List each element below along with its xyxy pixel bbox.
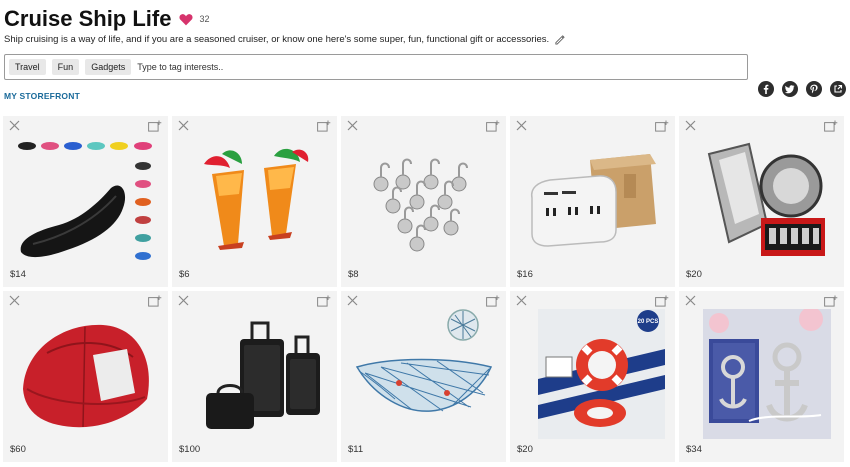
tag-travel[interactable]: Travel bbox=[9, 59, 46, 75]
product-card[interactable]: $20 bbox=[679, 116, 844, 287]
close-icon[interactable] bbox=[178, 295, 189, 306]
close-icon[interactable] bbox=[347, 295, 358, 306]
pinterest-icon[interactable] bbox=[806, 81, 822, 97]
twitter-icon[interactable] bbox=[782, 81, 798, 97]
close-icon[interactable] bbox=[347, 120, 358, 131]
close-icon[interactable] bbox=[9, 295, 20, 306]
close-icon[interactable] bbox=[685, 120, 696, 131]
product-card[interactable]: $14 bbox=[3, 116, 168, 287]
close-icon[interactable] bbox=[178, 120, 189, 131]
product-card[interactable]: $6 bbox=[172, 116, 337, 287]
close-icon[interactable] bbox=[9, 120, 20, 131]
heart-icon[interactable] bbox=[179, 13, 194, 26]
tag-gadgets[interactable]: Gadgets bbox=[85, 59, 132, 75]
product-price: $20 bbox=[686, 269, 702, 280]
product-price: $8 bbox=[348, 269, 359, 280]
share-buttons bbox=[758, 81, 850, 97]
product-grid: $14 $6 $8 $16 $20 $60 $100 $11 20 PCS $2… bbox=[3, 116, 847, 466]
description-text: Ship cruising is a way of life, and if y… bbox=[4, 34, 550, 45]
product-price: $100 bbox=[179, 444, 201, 455]
product-price: $20 bbox=[517, 444, 533, 455]
magnetic-hooks-image bbox=[373, 158, 468, 252]
pcs-badge-text: 20 PCS bbox=[638, 319, 659, 325]
outlet-power-strip-image bbox=[530, 154, 656, 247]
add-to-list-icon[interactable] bbox=[317, 295, 331, 307]
likes-count: 32 bbox=[199, 14, 210, 24]
life-ring-favors-image: 20 PCS bbox=[538, 309, 665, 439]
beach-umbrella-image bbox=[23, 324, 149, 428]
add-to-list-icon[interactable] bbox=[824, 295, 838, 307]
product-card[interactable]: $11 bbox=[341, 291, 506, 462]
product-price: $11 bbox=[348, 444, 364, 455]
add-to-list-icon[interactable] bbox=[486, 120, 500, 132]
product-price: $16 bbox=[517, 269, 533, 280]
product-card[interactable]: $34 bbox=[679, 291, 844, 462]
add-to-list-icon[interactable] bbox=[148, 295, 162, 307]
add-to-list-icon[interactable] bbox=[148, 120, 162, 132]
add-to-list-icon[interactable] bbox=[486, 295, 500, 307]
anchor-bottle-opener-image bbox=[703, 309, 831, 439]
tag-fun[interactable]: Fun bbox=[51, 59, 80, 75]
product-card[interactable]: $16 bbox=[510, 116, 675, 287]
my-storefront-link[interactable]: MY STOREFRONT bbox=[4, 91, 80, 101]
luggage-set-image bbox=[206, 321, 320, 429]
page-title: Cruise Ship Life bbox=[4, 6, 172, 31]
pencil-icon[interactable] bbox=[554, 34, 565, 45]
add-to-list-icon[interactable] bbox=[655, 295, 669, 307]
close-icon[interactable] bbox=[516, 295, 527, 306]
close-icon[interactable] bbox=[685, 295, 696, 306]
add-to-list-icon[interactable] bbox=[317, 120, 331, 132]
add-to-list-icon[interactable] bbox=[655, 120, 669, 132]
product-price: $6 bbox=[179, 269, 190, 280]
product-price: $34 bbox=[686, 444, 702, 455]
product-card[interactable]: $60 bbox=[3, 291, 168, 462]
product-card[interactable]: $100 bbox=[172, 291, 337, 462]
product-price: $14 bbox=[10, 269, 26, 280]
tag-interests-input[interactable] bbox=[137, 62, 338, 72]
collection-description: Ship cruising is a way of life, and if y… bbox=[4, 34, 565, 45]
facebook-icon[interactable] bbox=[758, 81, 774, 97]
fishing-net-decor-image bbox=[355, 309, 493, 412]
tag-input-box[interactable]: Travel Fun Gadgets bbox=[4, 54, 748, 80]
share-link-icon[interactable] bbox=[830, 81, 846, 97]
tropical-cups-image bbox=[204, 148, 309, 250]
product-card[interactable]: $8 bbox=[341, 116, 506, 287]
towel-clips-image bbox=[707, 142, 825, 256]
product-price: $60 bbox=[10, 444, 26, 455]
close-icon[interactable] bbox=[516, 120, 527, 131]
add-to-list-icon[interactable] bbox=[824, 120, 838, 132]
collection-header: Cruise Ship Life 32 bbox=[4, 6, 210, 32]
product-card[interactable]: 20 PCS $20 bbox=[510, 291, 675, 462]
water-shoes-image bbox=[18, 142, 152, 260]
